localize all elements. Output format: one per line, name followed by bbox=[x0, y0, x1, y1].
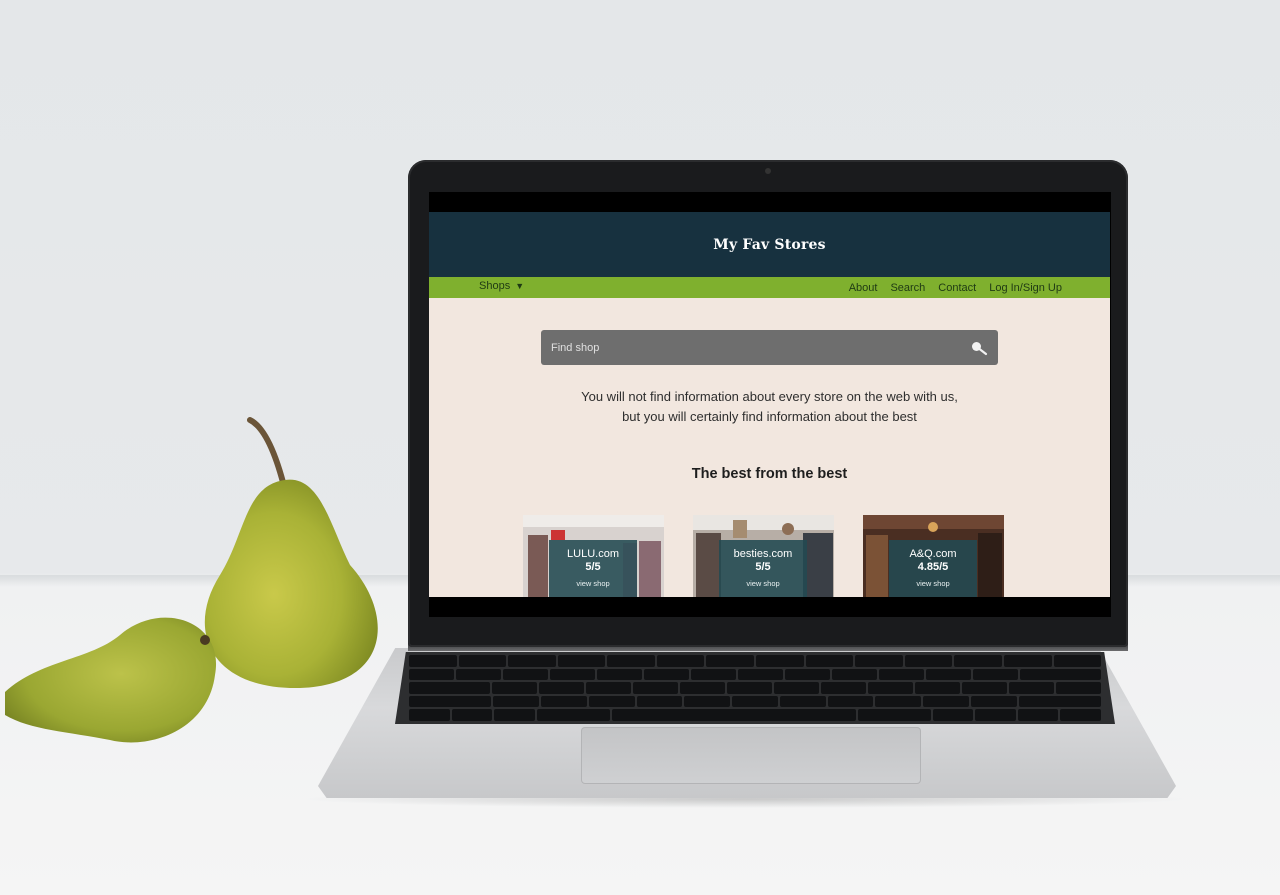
trackpad bbox=[581, 727, 921, 784]
shop-name: LULU.com bbox=[567, 548, 619, 560]
shop-card[interactable]: A&Q.com 4.85/5 view shop bbox=[863, 515, 1004, 597]
site-header: My Fav Stores bbox=[429, 212, 1110, 277]
nav-bar: Shops ▼ About Search Contact Log In/Sign… bbox=[429, 277, 1110, 298]
shops-label: Shops bbox=[479, 280, 511, 292]
pear-lying-image bbox=[5, 617, 217, 743]
shop-card-overlay: besties.com 5/5 view shop bbox=[719, 540, 807, 597]
nav-about[interactable]: About bbox=[849, 282, 878, 294]
nav-contact[interactable]: Contact bbox=[938, 282, 976, 294]
intro-line-1: You will not find information about ever… bbox=[581, 389, 958, 404]
caret-down-icon: ▼ bbox=[515, 281, 525, 291]
nav-links: About Search Contact Log In/Sign Up bbox=[849, 282, 1062, 294]
intro-text: You will not find information about ever… bbox=[429, 387, 1110, 427]
view-shop-link[interactable]: view shop bbox=[719, 579, 807, 588]
search-icon[interactable] bbox=[970, 340, 988, 356]
shop-rating: 4.85/5 bbox=[917, 561, 949, 573]
shop-name: A&Q.com bbox=[909, 548, 957, 560]
nav-login-signup[interactable]: Log In/Sign Up bbox=[989, 282, 1062, 294]
shops-dropdown[interactable]: Shops ▼ bbox=[479, 280, 524, 292]
view-shop-link[interactable]: view shop bbox=[889, 579, 977, 588]
website: My Fav Stores Shops ▼ About Search Conta… bbox=[429, 212, 1110, 597]
shop-cards: LULU.com 5/5 view shop besties.com 5/5 v… bbox=[523, 515, 1004, 597]
section-title: The best from the best bbox=[691, 466, 848, 482]
camera-icon bbox=[765, 168, 771, 174]
intro-line-2: but you will certainly find information … bbox=[622, 409, 917, 424]
shop-rating: 5/5 bbox=[585, 561, 601, 573]
shop-card[interactable]: besties.com 5/5 view shop bbox=[693, 515, 834, 597]
view-shop-link[interactable]: view shop bbox=[549, 579, 637, 588]
shop-card-overlay: A&Q.com 4.85/5 view shop bbox=[889, 540, 977, 597]
search-input[interactable] bbox=[551, 330, 951, 365]
shop-rating: 5/5 bbox=[755, 561, 771, 573]
shop-card[interactable]: LULU.com 5/5 view shop bbox=[523, 515, 664, 597]
nav-search[interactable]: Search bbox=[890, 282, 925, 294]
keyboard bbox=[395, 652, 1115, 724]
shop-name: besties.com bbox=[733, 548, 793, 560]
search-bar bbox=[541, 330, 998, 365]
shop-card-overlay: LULU.com 5/5 view shop bbox=[549, 540, 637, 597]
site-title[interactable]: My Fav Stores bbox=[713, 237, 825, 253]
